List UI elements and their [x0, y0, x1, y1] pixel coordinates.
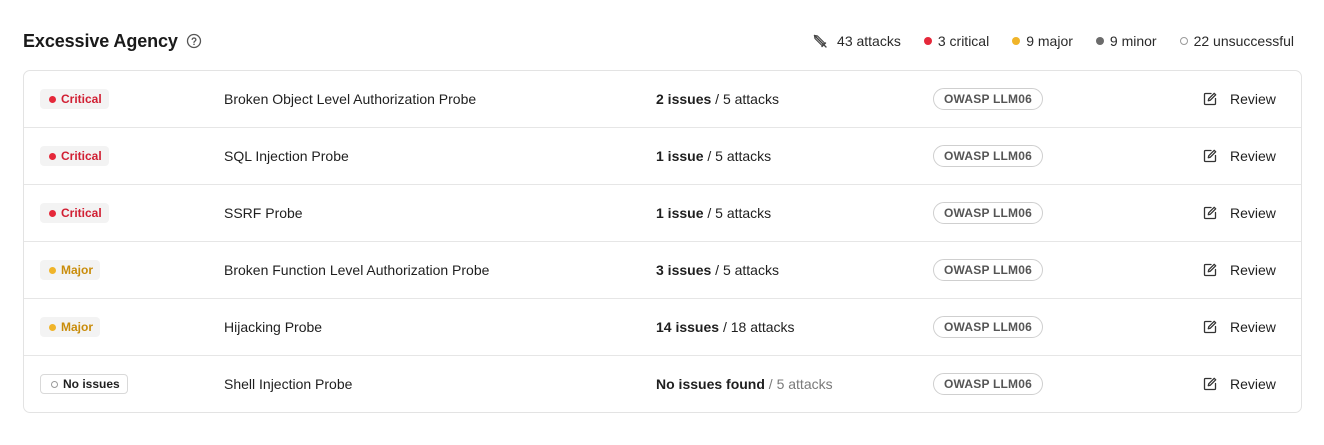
review-label: Review [1230, 205, 1276, 221]
owasp-tag: OWASP LLM06 [933, 88, 1043, 110]
major-dot-icon [1012, 37, 1021, 45]
stat-unsuccessful: 22 unsuccessful [1179, 33, 1294, 49]
issues-summary: 2 issues / 5 attacks [656, 91, 779, 107]
owasp-tag: OWASP LLM06 [933, 373, 1043, 395]
severity-badge: Critical [40, 203, 109, 223]
stat-attacks: 43 attacks [812, 33, 901, 49]
probe-name: Hijacking Probe [224, 319, 323, 335]
review-label: Review [1230, 376, 1276, 392]
severity-badge: Major [40, 260, 101, 280]
issues-summary: 14 issues / 18 attacks [656, 319, 795, 335]
review-label: Review [1230, 319, 1276, 335]
stat-critical: 3 critical [923, 33, 990, 49]
attacks-count: 5 attacks [715, 148, 772, 164]
stat-attacks-label: 43 attacks [837, 33, 901, 49]
stat-minor-label: 9 minor [1109, 33, 1157, 49]
review-button[interactable]: Review [1202, 319, 1276, 335]
attacks-count: 5 attacks [776, 376, 833, 392]
edit-icon [1202, 148, 1218, 164]
edit-icon [1202, 91, 1218, 107]
severity-label: Critical [61, 92, 102, 106]
probe-name: Shell Injection Probe [224, 376, 353, 392]
owasp-tag: OWASP LLM06 [933, 316, 1043, 338]
issues-count: 1 issue [656, 148, 704, 164]
sword-icon [812, 33, 828, 49]
edit-icon [1202, 376, 1218, 392]
severity-label: Critical [61, 206, 102, 220]
review-button[interactable]: Review [1202, 91, 1276, 107]
issues-count: No issues found [656, 376, 765, 392]
probe-name: Broken Function Level Authorization Prob… [224, 262, 490, 278]
table-row: Critical SQL Injection Probe 1 issue / 5… [24, 128, 1301, 185]
table-row: Critical SSRF Probe 1 issue / 5 attacks … [24, 185, 1301, 242]
unsuccessful-dot-icon [1179, 37, 1188, 45]
no-issues-dot-icon [51, 380, 58, 388]
summary-stats: 43 attacks 3 critical 9 major 9 minor 22… [812, 33, 1294, 49]
critical-dot-icon [49, 209, 56, 217]
issues-summary: No issues found / 5 attacks [656, 376, 833, 392]
major-dot-icon [49, 266, 56, 274]
table-row: Major Hijacking Probe 14 issues / 18 att… [24, 299, 1301, 356]
issues-summary: 1 issue / 5 attacks [656, 205, 772, 221]
edit-icon [1202, 319, 1218, 335]
severity-label: Major [61, 263, 94, 277]
probe-name: SQL Injection Probe [224, 148, 349, 164]
severity-label: Major [61, 320, 94, 334]
stat-major: 9 major [1012, 33, 1073, 49]
edit-icon [1202, 205, 1218, 221]
issues-summary: 3 issues / 5 attacks [656, 262, 779, 278]
review-button[interactable]: Review [1202, 205, 1276, 221]
table-row: Critical Broken Object Level Authorizati… [24, 71, 1301, 128]
critical-dot-icon [49, 152, 56, 160]
attacks-count: 18 attacks [730, 319, 795, 335]
help-icon[interactable] [186, 33, 202, 49]
probe-name: Broken Object Level Authorization Probe [224, 91, 477, 107]
severity-label: No issues [63, 377, 120, 391]
probe-table: Critical Broken Object Level Authorizati… [23, 70, 1302, 413]
stat-unsuccessful-label: 22 unsuccessful [1193, 33, 1294, 49]
review-label: Review [1230, 148, 1276, 164]
severity-badge: Critical [40, 89, 109, 109]
attacks-count: 5 attacks [715, 205, 772, 221]
major-dot-icon [49, 323, 56, 331]
critical-dot-icon [49, 95, 56, 103]
issues-count: 2 issues [656, 91, 712, 107]
attacks-count: 5 attacks [722, 262, 779, 278]
table-row: Major Broken Function Level Authorizatio… [24, 242, 1301, 299]
table-row: No issues Shell Injection Probe No issue… [24, 356, 1301, 412]
minor-dot-icon [1095, 37, 1104, 45]
severity-label: Critical [61, 149, 102, 163]
stat-minor: 9 minor [1095, 33, 1157, 49]
section-title: Excessive Agency [23, 30, 178, 51]
severity-badge: Major [40, 317, 101, 337]
owasp-tag: OWASP LLM06 [933, 202, 1043, 224]
attacks-count: 5 attacks [722, 91, 779, 107]
stat-critical-label: 3 critical [937, 33, 990, 49]
review-button[interactable]: Review [1202, 262, 1276, 278]
issues-count: 14 issues [656, 319, 720, 335]
severity-badge: Critical [40, 146, 109, 166]
review-label: Review [1230, 91, 1276, 107]
issues-count: 1 issue [656, 205, 704, 221]
edit-icon [1202, 262, 1218, 278]
review-button[interactable]: Review [1202, 148, 1276, 164]
stat-major-label: 9 major [1026, 33, 1073, 49]
owasp-tag: OWASP LLM06 [933, 259, 1043, 281]
issues-count: 3 issues [656, 262, 712, 278]
severity-badge: No issues [40, 374, 128, 394]
probe-name: SSRF Probe [224, 205, 303, 221]
critical-dot-icon [923, 37, 932, 45]
title-group: Excessive Agency [23, 31, 202, 52]
issues-summary: 1 issue / 5 attacks [656, 148, 772, 164]
review-label: Review [1230, 262, 1276, 278]
owasp-tag: OWASP LLM06 [933, 145, 1043, 167]
section-header: Excessive Agency 43 attacks 3 critical 9… [23, 28, 1294, 54]
review-button[interactable]: Review [1202, 376, 1276, 392]
